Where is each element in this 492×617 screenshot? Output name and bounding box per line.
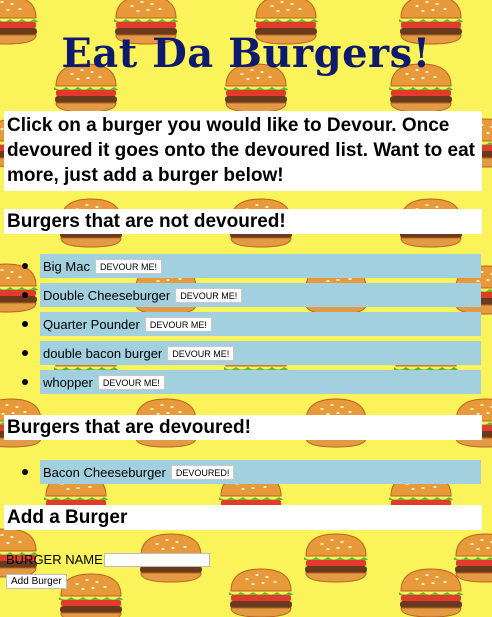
burger-name: Big Mac — [43, 258, 90, 274]
burger-pattern-icon — [395, 565, 467, 617]
list-item: double bacon burger DEVOUR ME! — [22, 341, 481, 365]
burger-row: whopper DEVOUR ME! — [40, 370, 481, 394]
burger-name-input[interactable] — [103, 552, 210, 567]
burger-row: Quarter Pounder DEVOUR ME! — [40, 312, 481, 336]
burger-name: Double Cheeseburger — [43, 287, 171, 303]
burger-row: Big Mac DEVOUR ME! — [40, 254, 481, 278]
bullet-icon — [22, 292, 28, 298]
devoured-button[interactable]: DEVOURED! — [170, 464, 235, 480]
burger-name-label: BURGER NAME — [6, 552, 103, 567]
devour-button[interactable]: DEVOUR ME! — [97, 374, 165, 390]
devour-button[interactable]: DEVOUR ME! — [175, 287, 243, 303]
page-title: Eat Da Burgers! — [61, 30, 431, 77]
burger-pattern-icon — [300, 530, 372, 586]
burger-pattern-icon — [225, 565, 297, 617]
devoured-list: Bacon Cheeseburger DEVOURED! — [22, 460, 481, 489]
list-item: Double Cheeseburger DEVOUR ME! — [22, 283, 481, 307]
bullet-icon — [22, 350, 28, 356]
bullet-icon — [22, 321, 28, 327]
burger-name: Quarter Pounder — [43, 316, 140, 332]
not-devoured-heading: Burgers that are not devoured! — [4, 209, 482, 234]
burger-row: Double Cheeseburger DEVOUR ME! — [40, 283, 481, 307]
intro-text: Click on a burger you would like to Devo… — [4, 111, 482, 191]
add-burger-form: BURGER NAME Add Burger — [6, 551, 210, 589]
add-burger-heading: Add a Burger — [4, 505, 482, 530]
bullet-icon — [22, 469, 28, 475]
devour-button[interactable]: DEVOUR ME! — [94, 258, 162, 274]
burger-name: Bacon Cheeseburger — [43, 464, 166, 480]
devour-button[interactable]: DEVOUR ME! — [167, 345, 235, 361]
burger-row: double bacon burger DEVOUR ME! — [40, 341, 481, 365]
bullet-icon — [22, 379, 28, 385]
bullet-icon — [22, 263, 28, 269]
burger-name: double bacon burger — [43, 345, 163, 361]
burger-row: Bacon Cheeseburger DEVOURED! — [40, 460, 481, 484]
add-burger-button[interactable]: Add Burger — [6, 574, 67, 589]
devour-button[interactable]: DEVOUR ME! — [144, 316, 212, 332]
list-item: Big Mac DEVOUR ME! — [22, 254, 481, 278]
list-item: Quarter Pounder DEVOUR ME! — [22, 312, 481, 336]
not-devoured-list: Big Mac DEVOUR ME! Double Cheeseburger D… — [22, 254, 481, 399]
list-item: whopper DEVOUR ME! — [22, 370, 481, 394]
devoured-heading: Burgers that are devoured! — [4, 415, 482, 440]
burger-name: whopper — [43, 374, 93, 390]
list-item: Bacon Cheeseburger DEVOURED! — [22, 460, 481, 484]
